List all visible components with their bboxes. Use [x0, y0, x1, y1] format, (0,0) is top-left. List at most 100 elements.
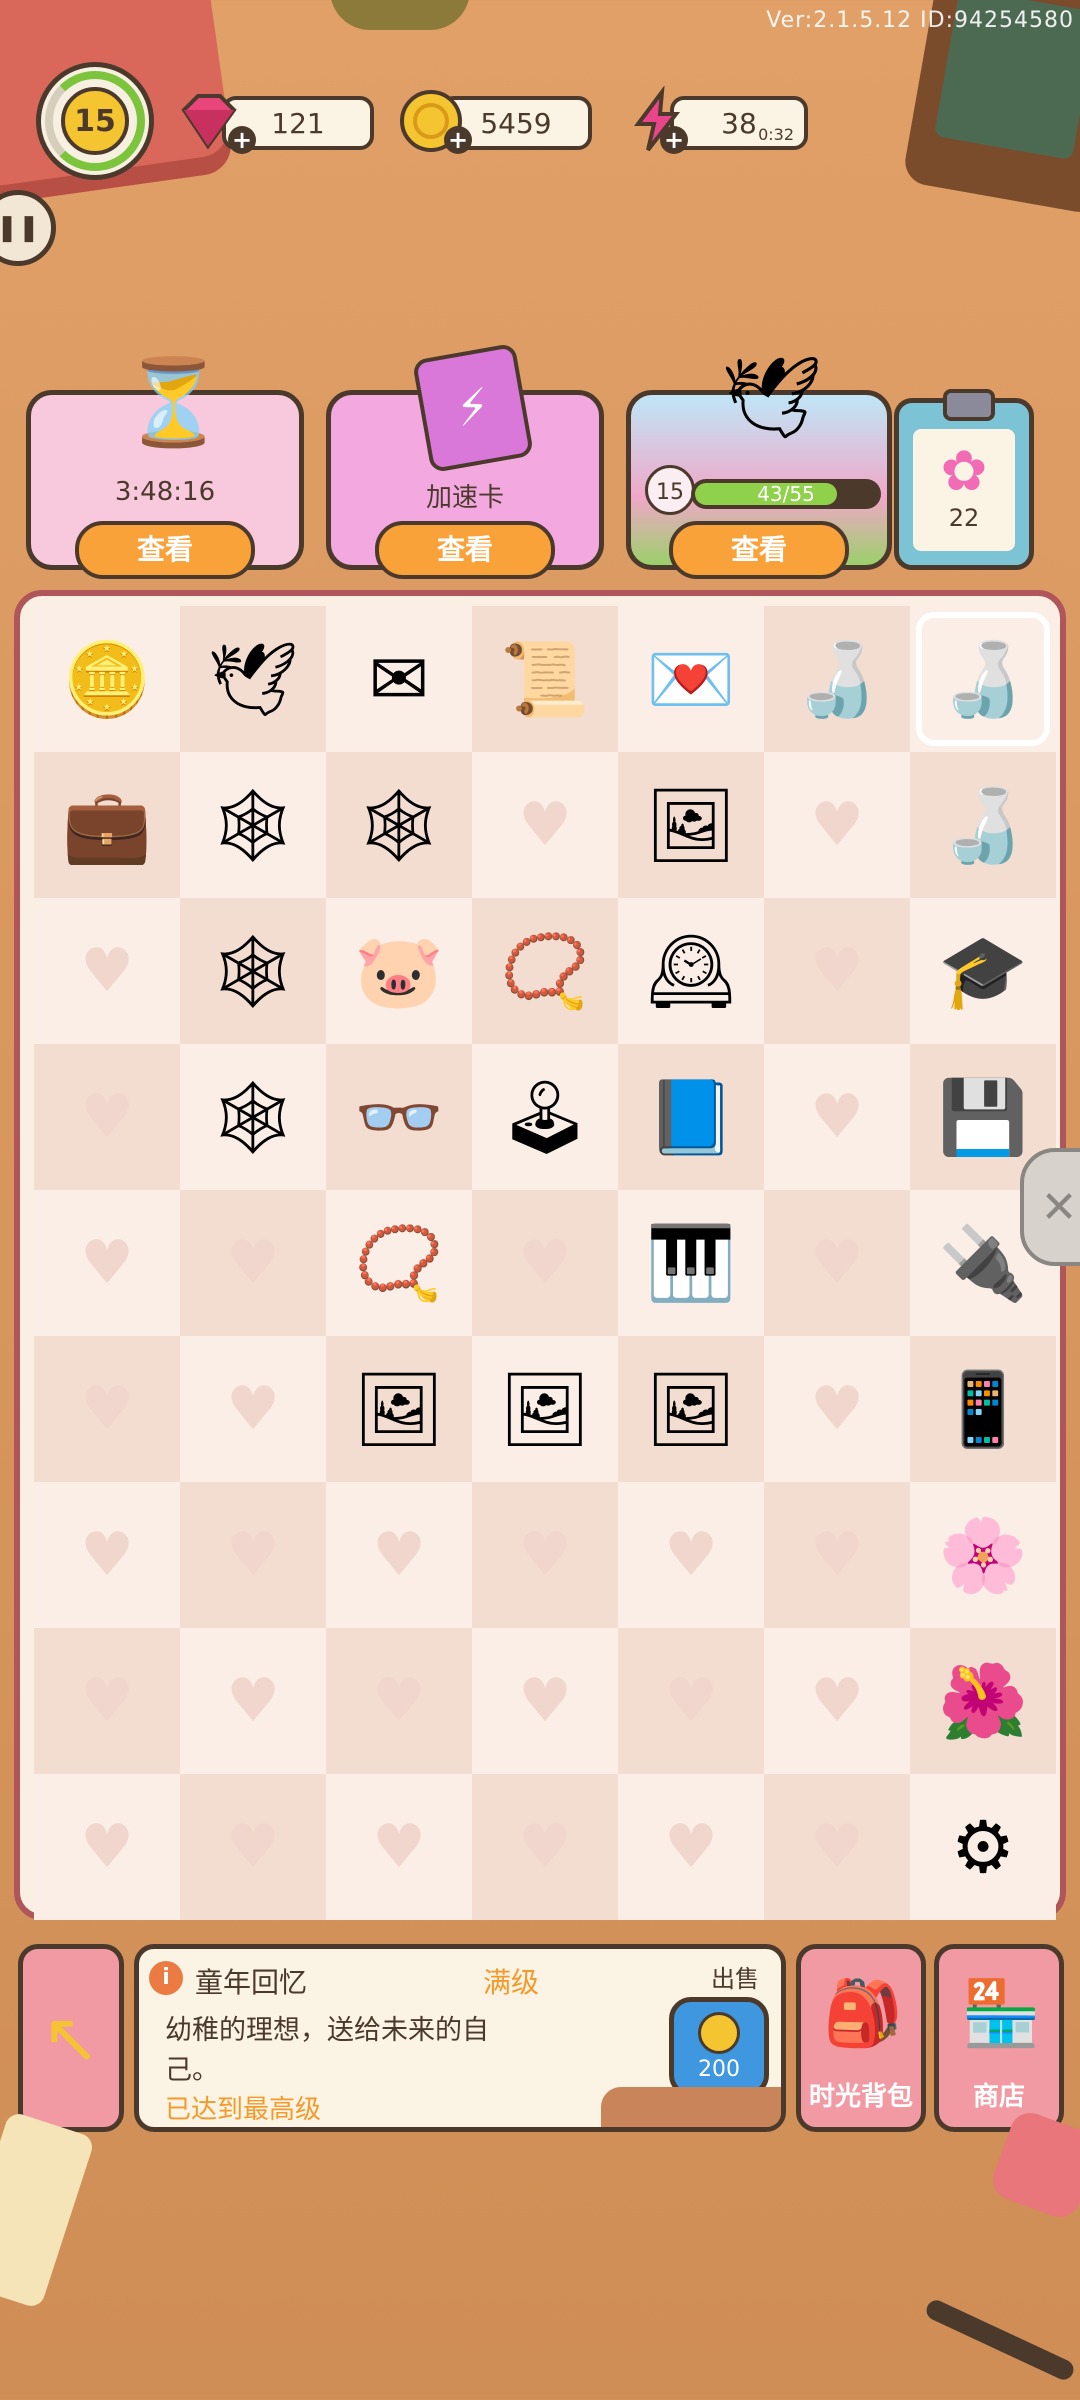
graduation-cap-icon[interactable]: 🎓 — [938, 935, 1028, 1007]
board-cell[interactable]: ♥ — [764, 1044, 910, 1190]
board-cell[interactable]: ♥ — [34, 1774, 180, 1920]
board-cell[interactable]: ♥ — [34, 1044, 180, 1190]
board-cell[interactable]: ⚙ — [910, 1774, 1056, 1920]
board-cell[interactable]: 🐷 — [326, 898, 472, 1044]
board-cell[interactable]: ♥ — [180, 1190, 326, 1336]
cable-icon[interactable]: 🔌 — [938, 1227, 1028, 1299]
board-cell[interactable]: ♥ — [180, 1628, 326, 1774]
paper-crane-icon[interactable]: 🕊 — [207, 643, 298, 715]
board-cell[interactable]: 🎓 — [910, 898, 1056, 1044]
grandfather-clock-icon[interactable]: 🕰 — [645, 935, 736, 1007]
board-cell[interactable]: 🖼 — [326, 1336, 472, 1482]
board-cell[interactable]: 🖼 — [618, 1336, 764, 1482]
board-cell[interactable]: ♥ — [34, 1336, 180, 1482]
add-coins-icon[interactable]: + — [444, 126, 472, 154]
board-cell[interactable]: 👓 — [326, 1044, 472, 1190]
double-flower-icon[interactable]: 🌺 — [938, 1665, 1028, 1737]
board-cell[interactable]: ♥ — [764, 1774, 910, 1920]
task-clipboard[interactable]: ✿ 22 — [894, 389, 1034, 570]
board-cell[interactable]: ♥ — [34, 1190, 180, 1336]
love-letter-icon[interactable]: 💌 — [646, 643, 736, 715]
webbed-letter-icon[interactable]: 🕸 — [207, 935, 298, 1007]
board-cell[interactable]: 🖼 — [472, 1336, 618, 1482]
piano-icon[interactable]: 🎹 — [646, 1227, 736, 1299]
briefcase-icon[interactable]: 💼 — [62, 789, 152, 861]
webbed-crane-icon[interactable]: 🕸 — [207, 789, 298, 861]
circuit-board-icon[interactable]: 💾 — [938, 1081, 1028, 1153]
photo-icon[interactable]: 🖼 — [645, 789, 736, 861]
info-icon[interactable]: i — [149, 1961, 183, 1995]
board-cell[interactable]: ♥ — [618, 1628, 764, 1774]
board-cell[interactable]: ♥ — [34, 1628, 180, 1774]
board-cell[interactable]: ♥ — [326, 1628, 472, 1774]
flower-icon[interactable]: 🌸 — [938, 1519, 1028, 1591]
board-cell[interactable]: ♥ — [472, 1482, 618, 1628]
shop-button[interactable]: 🏪 商店 — [934, 1944, 1064, 2132]
hourglass-view-button[interactable]: 查看 — [75, 521, 255, 579]
crane-bottle-icon[interactable]: 🍶 — [792, 643, 882, 715]
board-cell[interactable]: ♥ — [326, 1482, 472, 1628]
crane-event-card[interactable]: 🕊 15 43/55 查看 — [626, 351, 892, 579]
board-cell[interactable]: ♥ — [34, 898, 180, 1044]
board-cell[interactable]: ♥ — [472, 1774, 618, 1920]
crane-bottle-icon[interactable]: 🍶 — [938, 789, 1028, 861]
board-cell[interactable]: 🖼 — [618, 752, 764, 898]
board-cell[interactable]: ♥ — [764, 898, 910, 1044]
arcade-machine-icon[interactable]: 🕹 — [499, 1081, 590, 1153]
board-cell[interactable]: ✉ — [326, 606, 472, 752]
board-cell[interactable]: ♥ — [618, 1482, 764, 1628]
time-backpack-button[interactable]: 🎒 时光背包 — [796, 1944, 926, 2132]
board-cell[interactable]: ♥ — [326, 1774, 472, 1920]
board-cell[interactable]: ♥ — [764, 1628, 910, 1774]
sell-button[interactable]: 200 — [669, 1997, 769, 2097]
board-cell[interactable]: 📿 — [472, 898, 618, 1044]
board-cell[interactable]: 💼 — [34, 752, 180, 898]
board-cell[interactable]: ♥ — [180, 1774, 326, 1920]
piggy-bank-icon[interactable]: 🐷 — [354, 935, 444, 1007]
board-cell[interactable]: 🌸 — [910, 1482, 1056, 1628]
board-cell[interactable]: 🕊 — [180, 606, 326, 752]
board-cell[interactable]: 🕰 — [618, 898, 764, 1044]
board-cell[interactable]: 🍶 — [764, 606, 910, 752]
board-cell[interactable]: 🌺 — [910, 1628, 1056, 1774]
board-cell[interactable]: 📿 — [326, 1190, 472, 1336]
board-cell[interactable]: 📜 — [472, 606, 618, 752]
board-cell[interactable]: 🍶 — [910, 752, 1056, 898]
board-cell[interactable]: ♥ — [472, 1190, 618, 1336]
board-cell[interactable]: ♥ — [180, 1336, 326, 1482]
board-cell[interactable]: ♥ — [764, 1336, 910, 1482]
add-energy-icon[interactable]: + — [660, 126, 688, 154]
board-cell[interactable]: ♥ — [34, 1482, 180, 1628]
board-cell[interactable]: ♥ — [472, 752, 618, 898]
board-cell[interactable]: ♥ — [764, 752, 910, 898]
board-cell[interactable]: 🕸 — [180, 752, 326, 898]
board-cell[interactable]: ♥ — [180, 1482, 326, 1628]
board-cell[interactable]: 🎹 — [618, 1190, 764, 1336]
locket-icon[interactable]: 📿 — [500, 935, 590, 1007]
speedup-view-button[interactable]: 查看 — [375, 521, 555, 579]
locket-icon[interactable]: 📿 — [354, 1227, 444, 1299]
board-cell[interactable]: 🍶 — [910, 606, 1056, 752]
coins-icon[interactable]: 🪙 — [62, 643, 152, 715]
close-side-button[interactable]: ✕ — [1020, 1148, 1080, 1266]
board-cell[interactable]: ♥ — [764, 1482, 910, 1628]
tablet-icon[interactable]: 📱 — [938, 1373, 1028, 1445]
gear-icon[interactable]: ⚙ — [951, 1811, 1016, 1883]
board-cell[interactable]: ♥ — [764, 1190, 910, 1336]
board-cell[interactable]: 📘 — [618, 1044, 764, 1190]
webbed-letters-icon[interactable]: 🕸 — [353, 789, 444, 861]
board-cell[interactable]: 🕸 — [180, 1044, 326, 1190]
energy-book-icon[interactable]: 📘 — [646, 1081, 736, 1153]
photo-icon[interactable]: 🖼 — [353, 1373, 444, 1445]
speedup-card[interactable]: ⚡ 加速卡 查看 — [326, 342, 604, 579]
board-cell[interactable]: 🪙 — [34, 606, 180, 752]
player-level-badge[interactable]: 15 — [36, 62, 154, 180]
board-cell[interactable]: 🕸 — [180, 898, 326, 1044]
board-cell[interactable]: 💌 — [618, 606, 764, 752]
crane-view-button[interactable]: 查看 — [669, 521, 849, 579]
letters-quill-icon[interactable]: 📜 — [500, 643, 590, 715]
hourglass-event-card[interactable]: ⏳ 3:48:16 查看 — [26, 353, 304, 579]
board-cell[interactable]: 🕸 — [326, 752, 472, 898]
back-button[interactable]: ↖ — [18, 1944, 124, 2132]
pause-button[interactable]: ❚❚ — [0, 190, 56, 266]
